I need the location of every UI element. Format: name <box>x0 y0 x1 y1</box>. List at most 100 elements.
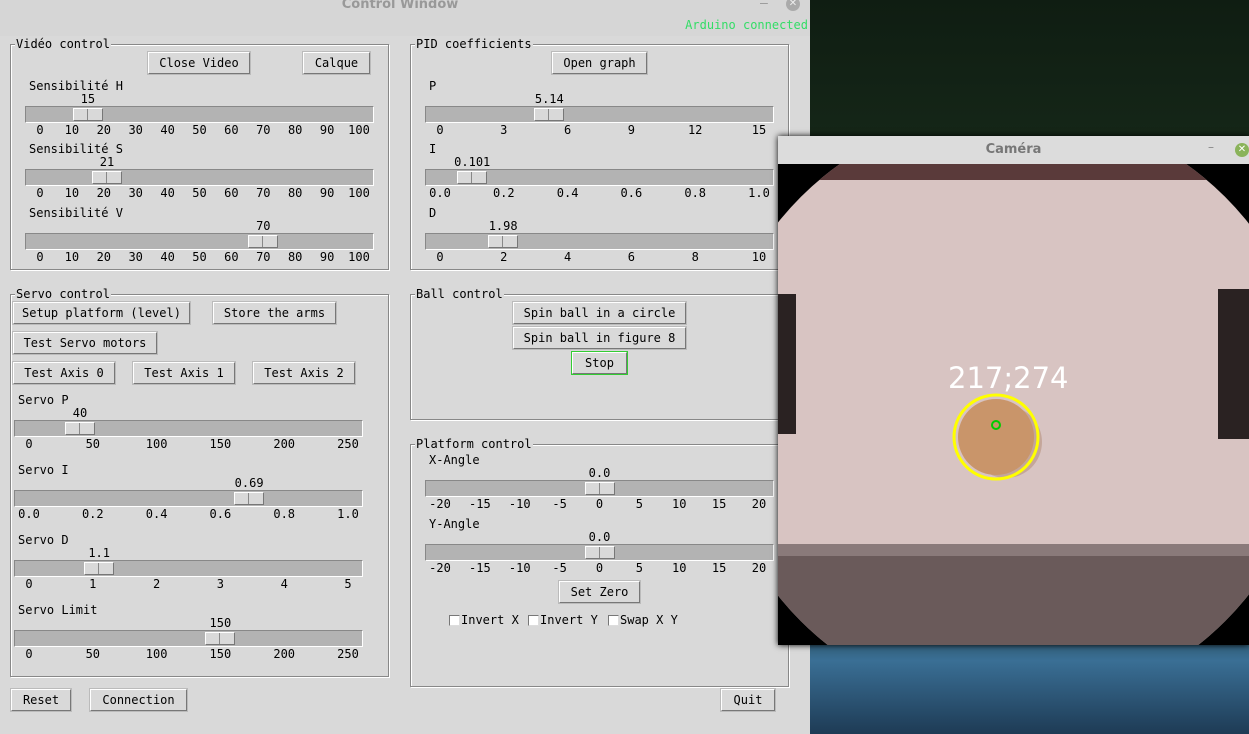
tick-label: 50 <box>85 437 101 451</box>
servo-limit-slider[interactable] <box>14 630 363 647</box>
frame-legend: Platform control <box>415 437 533 451</box>
frame-legend: Vidéo control <box>15 37 111 51</box>
tick-label: 0.2 <box>81 507 104 521</box>
platform-left-bracket <box>778 294 796 434</box>
sensibilit-s-slider[interactable] <box>25 169 374 186</box>
close-video-button[interactable]: Close Video <box>148 52 250 74</box>
platform-top-edge <box>778 164 1249 180</box>
tick-label: 40 <box>160 250 175 264</box>
tick-label: 100 <box>348 186 370 200</box>
checkbox-box[interactable] <box>449 614 460 626</box>
quit-button[interactable]: Quit <box>721 689 775 711</box>
y-angle-label: Y-Angle <box>429 517 480 531</box>
tick-label: 60 <box>224 250 239 264</box>
slider-handle[interactable] <box>65 422 96 435</box>
servo-limit-label: Servo Limit <box>18 603 98 617</box>
platform-bottom-mechanism <box>778 544 1249 645</box>
slider-handle[interactable] <box>84 562 115 575</box>
slider-handle[interactable] <box>234 492 265 505</box>
sensibilit-s-value: 21 <box>99 155 115 169</box>
checkbox-box[interactable] <box>608 614 619 626</box>
tick-label: -15 <box>469 497 491 511</box>
store-arms-button[interactable]: Store the arms <box>213 302 336 324</box>
slider-handle[interactable] <box>72 108 103 121</box>
sensibilit-v-slider[interactable] <box>25 233 374 250</box>
tick-label: 0.0 <box>429 186 451 200</box>
test-axis-1-button[interactable]: Test Axis 1 <box>133 362 235 384</box>
tick-label: -5 <box>552 497 567 511</box>
tick-label: 50 <box>192 123 207 137</box>
open-graph-button[interactable]: Open graph <box>552 52 647 74</box>
tick-label: 2 <box>500 250 508 264</box>
tick-label: 0 <box>595 561 604 575</box>
tick-label: 90 <box>319 123 335 137</box>
tick-label: 70 <box>256 123 271 137</box>
slider-handle[interactable] <box>488 235 519 248</box>
i-slider[interactable] <box>425 169 774 186</box>
tick-label: 40 <box>160 123 175 137</box>
slider-handle[interactable] <box>584 546 615 559</box>
spin-circle-button[interactable]: Spin ball in a circle <box>513 302 686 324</box>
servo-p-slider[interactable] <box>14 420 363 437</box>
tick-label: 50 <box>192 250 207 264</box>
tick-label: 5 <box>344 577 352 591</box>
tick-label: 200 <box>273 647 296 661</box>
d-slider[interactable] <box>425 233 774 250</box>
test-axis-0-button[interactable]: Test Axis 0 <box>13 362 115 384</box>
slider-handle[interactable] <box>248 235 279 248</box>
minimize-icon[interactable]: – <box>760 0 768 11</box>
sensibilit-h-value: 15 <box>80 92 96 106</box>
stop-button[interactable]: Stop <box>572 352 627 374</box>
invert-x-checkbox[interactable]: Invert X <box>449 613 519 627</box>
tick-label: 2 <box>152 577 161 591</box>
setup-platform-button[interactable]: Setup platform (level) <box>13 302 190 324</box>
camera-title-bar: Caméra <box>778 136 1249 164</box>
sensibilit-s-label: Sensibilité S <box>29 142 123 156</box>
tick-label: -10 <box>508 497 531 511</box>
sensibilit-v-value: 70 <box>256 219 271 233</box>
slider-handle[interactable] <box>457 171 488 184</box>
p-slider[interactable] <box>425 106 774 123</box>
camera-feed: 217;274 <box>778 164 1249 645</box>
connection-button[interactable]: Connection <box>90 689 187 711</box>
x-angle-slider[interactable] <box>425 480 774 497</box>
tick-label: 100 <box>348 250 370 264</box>
tick-label: 4 <box>563 250 572 264</box>
slider-handle[interactable] <box>91 171 122 184</box>
minimize-icon[interactable]: – <box>1208 140 1214 154</box>
camera-window: Caméra – ✕ 217;274 <box>778 136 1249 645</box>
tick-label: 10 <box>672 561 687 575</box>
tick-label: 3 <box>216 577 225 591</box>
tick-label: -20 <box>429 561 451 575</box>
calque-button[interactable]: Calque <box>303 52 370 74</box>
set-zero-button[interactable]: Set Zero <box>559 581 640 603</box>
d-label: D <box>429 206 437 220</box>
servo-d-slider[interactable] <box>14 560 363 577</box>
reset-button[interactable]: Reset <box>11 689 71 711</box>
test-axis-2-button[interactable]: Test Axis 2 <box>253 362 355 384</box>
slider-handle[interactable] <box>534 108 565 121</box>
sensibilit-h-slider[interactable] <box>25 106 374 123</box>
x-angle-label: X-Angle <box>429 453 480 467</box>
invert-y-checkbox[interactable]: Invert Y <box>528 613 598 627</box>
title-bar: Control Window – ✕ Arduino connected <box>0 0 810 36</box>
close-icon[interactable]: ✕ <box>1235 143 1249 157</box>
servo-i-slider[interactable] <box>14 490 363 507</box>
tick-label: 150 <box>209 437 232 451</box>
y-angle-slider[interactable] <box>425 544 774 561</box>
tick-label: 10 <box>64 250 80 264</box>
checkbox-label: Invert Y <box>540 613 598 627</box>
connection-status: Arduino connected <box>685 18 808 32</box>
sensibilit-v-label: Sensibilité V <box>29 206 123 220</box>
slider-handle[interactable] <box>584 482 615 495</box>
spin-figure8-button[interactable]: Spin ball in figure 8 <box>513 327 686 349</box>
checkbox-box[interactable] <box>528 614 539 626</box>
x-angle-value: 0.0 <box>588 466 611 480</box>
tick-label: 20 <box>96 250 112 264</box>
swap-xy-checkbox[interactable]: Swap X Y <box>608 613 678 627</box>
tick-label: 4 <box>280 577 288 591</box>
slider-handle[interactable] <box>205 632 236 645</box>
test-servo-motors-button[interactable]: Test Servo motors <box>13 332 157 354</box>
tick-label: 60 <box>224 186 239 200</box>
tick-label: 90 <box>319 250 335 264</box>
